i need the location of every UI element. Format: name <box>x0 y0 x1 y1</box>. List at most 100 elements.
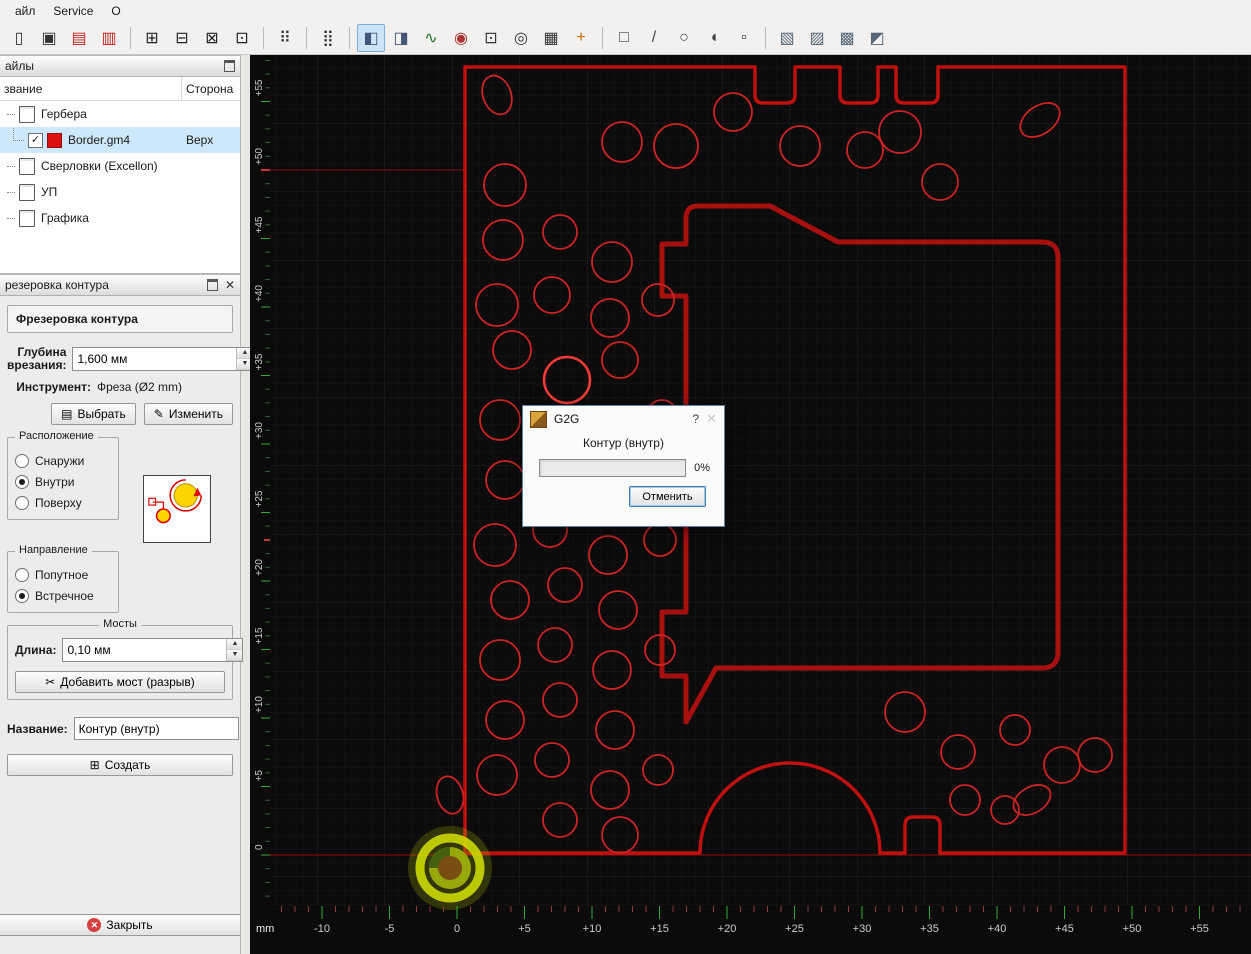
left-sidebar: айлы звание Сторона Гербера ✓ Border.gm4 Ве… <box>0 55 254 954</box>
show-outline-button[interactable]: ◨ <box>387 24 415 52</box>
import-gerber-button[interactable]: ▤ <box>65 24 93 52</box>
show-curves-button[interactable]: ∿ <box>417 24 445 52</box>
layer-color-swatch[interactable] <box>47 132 62 148</box>
open-project-icon: ▣ <box>41 30 57 47</box>
panel-heading: Фрезеровка контура <box>7 305 233 333</box>
show-drills-button[interactable]: ⊡ <box>477 24 505 52</box>
float-panel-icon[interactable] <box>224 60 235 72</box>
open-project-button[interactable]: ▣ <box>35 24 63 52</box>
length-label: Длина: <box>15 643 57 657</box>
file-row[interactable]: Сверловки (Excellon) <box>0 153 240 179</box>
depth-input[interactable] <box>73 348 237 370</box>
paste-object-button[interactable]: ▨ <box>803 24 831 52</box>
mill-panel-header[interactable]: резеровка контура ✕ <box>0 274 240 296</box>
file-icon <box>19 209 35 227</box>
location-groupbox: Расположение Снаружи Внутри Поверху <box>7 430 119 520</box>
array-copy-button[interactable]: ⣿ <box>314 24 342 52</box>
file-row[interactable]: ✓ Border.gm4 Верх <box>0 127 240 153</box>
direction-option-conventional[interactable]: Встречное <box>15 585 111 606</box>
cancel-button[interactable]: Отменить <box>629 486 706 507</box>
radio-icon[interactable] <box>15 588 29 603</box>
float-panel-icon[interactable] <box>206 279 218 291</box>
close-file-button[interactable]: ▥ <box>95 24 123 52</box>
spin-up-icon[interactable]: ▲ <box>227 639 243 650</box>
contour-name-box <box>73 717 239 740</box>
new-file-button[interactable]: ▯ <box>5 24 33 52</box>
draw-rect-button[interactable]: □ <box>610 24 638 52</box>
menu-file[interactable]: айл <box>6 2 44 20</box>
draw-ellipse-icon: ○ <box>679 29 689 46</box>
zoom-extents-button[interactable]: ⊡ <box>228 24 256 52</box>
radio-icon[interactable] <box>15 474 29 489</box>
file-row[interactable]: УП <box>0 179 240 205</box>
help-icon[interactable]: ? <box>692 412 699 426</box>
zoom-out-icon: ⊟ <box>175 30 189 47</box>
location-diagram <box>143 475 211 543</box>
show-pads-button[interactable]: ◉ <box>447 24 475 52</box>
column-side[interactable]: Сторона <box>182 82 240 96</box>
contour-milling-panel: резеровка контура ✕ Фрезеровка контура Г… <box>0 274 254 776</box>
cad-canvas[interactable]: 0 +5 +10 +15 +20 +25 +30 +35 +40 +45 +50 +55 -10 -5 0 +… <box>250 55 1251 954</box>
h-ruler-label: +30 <box>853 923 872 935</box>
option-label: Встречное <box>35 588 94 603</box>
dialog-titlebar[interactable]: G2G ? ✕ <box>523 406 724 432</box>
length-spinner[interactable]: ▲ ▼ <box>226 639 243 661</box>
draw-polygon-button[interactable]: ◖ <box>700 24 728 52</box>
simulate-button[interactable]: ◎ <box>507 24 535 52</box>
h-ruler-label: +10 <box>583 923 602 935</box>
select-region-button[interactable]: ▫ <box>730 24 758 52</box>
location-option-ontop[interactable]: Поверху <box>15 492 111 513</box>
files-list: звание Сторона Гербера ✓ Border.gm4 Верх Све… <box>0 77 240 274</box>
v-ruler-label: +35 <box>254 353 265 370</box>
close-panel-icon[interactable]: ✕ <box>225 279 235 291</box>
edit-tool-button[interactable]: ✎ Изменить <box>143 403 233 425</box>
column-name[interactable]: звание <box>0 77 182 100</box>
copy-object-button[interactable]: ▧ <box>773 24 801 52</box>
file-row[interactable]: Графика <box>0 205 240 231</box>
zoom-in-button[interactable]: ⊞ <box>138 24 166 52</box>
file-row[interactable]: Гербера <box>0 101 240 127</box>
location-option-inside[interactable]: Внутри <box>15 471 111 492</box>
location-option-outside[interactable]: Снаружи <box>15 450 111 471</box>
v-ruler-label: +40 <box>254 285 265 302</box>
group-objects-button[interactable]: ▩ <box>833 24 861 52</box>
close-button[interactable]: ✕ Закрыть <box>0 914 240 936</box>
files-panel-header[interactable]: айлы <box>0 55 240 77</box>
radio-icon[interactable] <box>15 567 29 582</box>
menu-about[interactable]: О <box>102 2 129 20</box>
zoom-window-button[interactable]: ⊠ <box>198 24 226 52</box>
v-ruler-label: +45 <box>254 216 265 233</box>
draw-line-button[interactable]: / <box>640 24 668 52</box>
length-input[interactable] <box>63 639 227 661</box>
show-table-button[interactable]: ▦ <box>537 24 565 52</box>
h-ruler-label: 0 <box>454 923 460 935</box>
radio-icon[interactable] <box>15 495 29 510</box>
add-bridge-button[interactable]: ✂ Добавить мост (разрыв) <box>15 671 225 693</box>
pencil-icon: ✎ <box>153 407 164 421</box>
create-button[interactable]: ⊞ Создать <box>7 754 233 776</box>
contour-name-input[interactable] <box>74 718 238 739</box>
dialog-close-icon[interactable]: ✕ <box>706 411 717 427</box>
show-layer-button[interactable]: ◧ <box>357 24 385 52</box>
ungroup-objects-button[interactable]: ◩ <box>863 24 891 52</box>
unit-label: mm <box>256 923 274 935</box>
scissors-icon: ✂ <box>45 675 56 689</box>
radio-icon[interactable] <box>15 453 29 468</box>
files-panel-title: айлы <box>5 59 35 73</box>
layer-checkbox[interactable]: ✓ <box>28 132 43 148</box>
choose-tool-button[interactable]: ▤ Выбрать <box>51 403 136 425</box>
zoom-extents-icon: ⊡ <box>235 30 249 47</box>
origin-marker[interactable] <box>408 826 492 910</box>
toolbar-separator <box>263 27 264 49</box>
zoom-out-button[interactable]: ⊟ <box>168 24 196 52</box>
transform-button[interactable]: + <box>567 24 595 52</box>
group-objects-icon: ▩ <box>839 30 855 47</box>
import-gerber-icon: ▤ <box>71 30 87 47</box>
direction-option-climb[interactable]: Попутное <box>15 564 111 585</box>
spin-down-icon[interactable]: ▼ <box>227 650 243 661</box>
close-file-icon: ▥ <box>101 30 117 47</box>
direction-group-label: Направление <box>15 544 92 556</box>
panelize-button[interactable]: ⠿ <box>271 24 299 52</box>
draw-ellipse-button[interactable]: ○ <box>670 24 698 52</box>
menu-service[interactable]: Service <box>44 2 102 20</box>
